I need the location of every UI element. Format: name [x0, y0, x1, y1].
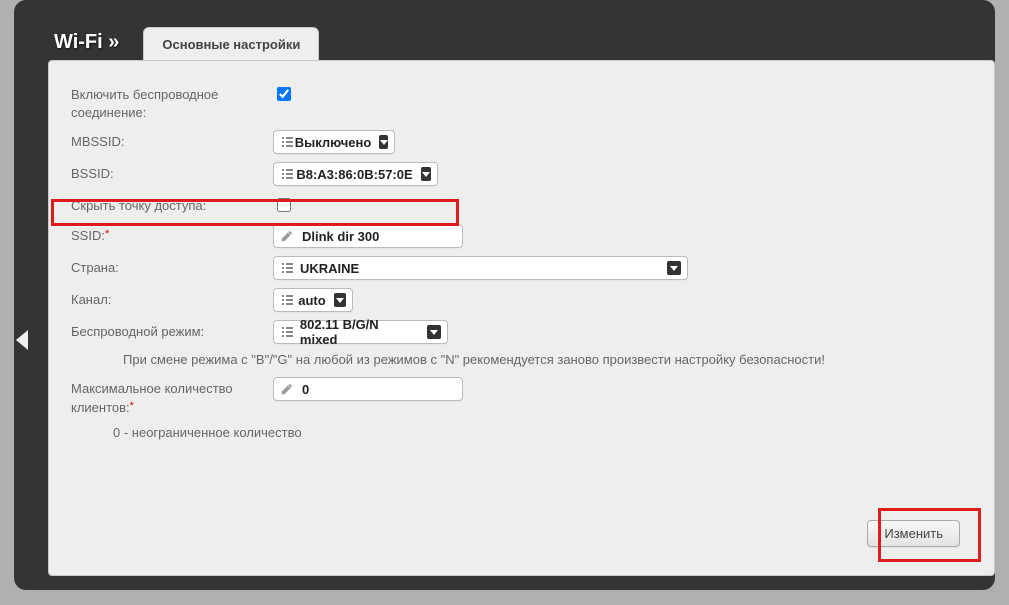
- max-clients-note: 0 - неограниченное количество: [113, 425, 972, 440]
- row-mbssid: MBSSID: Выключено: [71, 130, 972, 154]
- list-icon: [280, 326, 294, 338]
- row-ssid: SSID:*: [71, 224, 972, 248]
- label-max-clients: Максимальное количество клиентов:*: [71, 377, 273, 416]
- chevron-down-icon: [427, 325, 441, 339]
- chevron-down-icon: [667, 261, 681, 275]
- label-ssid: SSID:*: [71, 224, 273, 245]
- settings-panel: Включить беспроводное соединение: MBSSID…: [48, 60, 995, 576]
- row-max-clients: Максимальное количество клиентов:*: [71, 377, 972, 416]
- mode-change-note: При смене режима с "B"/"G" на любой из р…: [123, 352, 972, 367]
- hide-ap-checkbox[interactable]: [277, 198, 291, 212]
- bssid-value: B8:A3:86:0B:57:0E: [296, 167, 412, 182]
- app-frame: Wi-Fi » Основные настройки Включить бесп…: [14, 0, 995, 590]
- enable-wireless-checkbox[interactable]: [277, 87, 291, 101]
- chevron-down-icon: [421, 167, 431, 181]
- row-enable-wireless: Включить беспроводное соединение:: [71, 83, 972, 122]
- label-country: Страна:: [71, 256, 273, 277]
- country-value: UKRAINE: [300, 261, 659, 276]
- label-mbssid: MBSSID:: [71, 130, 273, 151]
- mbssid-value: Выключено: [295, 135, 372, 150]
- mode-select[interactable]: 802.11 B/G/N mixed: [273, 320, 448, 344]
- channel-value: auto: [298, 293, 325, 308]
- chevron-down-icon: [334, 293, 346, 307]
- tab-basic-settings[interactable]: Основные настройки: [143, 27, 319, 60]
- chevron-down-icon: [379, 135, 388, 149]
- list-icon: [280, 294, 292, 306]
- label-bssid: BSSID:: [71, 162, 273, 183]
- row-mode: Беспроводной режим: 802.11 B/G/N mixed: [71, 320, 972, 344]
- bssid-select[interactable]: B8:A3:86:0B:57:0E: [273, 162, 438, 186]
- label-channel: Канал:: [71, 288, 273, 309]
- list-icon: [280, 262, 294, 274]
- max-clients-input[interactable]: [300, 381, 420, 398]
- list-icon: [280, 168, 290, 180]
- mbssid-select[interactable]: Выключено: [273, 130, 395, 154]
- label-hide-ap: Скрыть точку доступа:: [71, 194, 273, 215]
- ssid-input-wrapper[interactable]: [273, 224, 463, 248]
- channel-select[interactable]: auto: [273, 288, 353, 312]
- apply-button[interactable]: Изменить: [867, 520, 960, 547]
- label-enable-wireless: Включить беспроводное соединение:: [71, 83, 273, 122]
- list-icon: [280, 136, 289, 148]
- row-hide-ap: Скрыть точку доступа:: [71, 194, 972, 216]
- max-clients-input-wrapper[interactable]: [273, 377, 463, 401]
- pencil-icon: [280, 382, 294, 396]
- pencil-icon: [280, 229, 294, 243]
- country-select[interactable]: UKRAINE: [273, 256, 688, 280]
- collapse-arrow-icon[interactable]: [16, 330, 28, 350]
- header: Wi-Fi » Основные настройки: [54, 26, 319, 60]
- row-bssid: BSSID: B8:A3:86:0B:57:0E: [71, 162, 972, 186]
- row-country: Страна: UKRAINE: [71, 256, 972, 280]
- mode-value: 802.11 B/G/N mixed: [300, 317, 419, 347]
- row-channel: Канал: auto: [71, 288, 972, 312]
- page-title: Wi-Fi »: [54, 31, 119, 60]
- ssid-input[interactable]: [300, 228, 420, 245]
- label-mode: Беспроводной режим:: [71, 320, 273, 341]
